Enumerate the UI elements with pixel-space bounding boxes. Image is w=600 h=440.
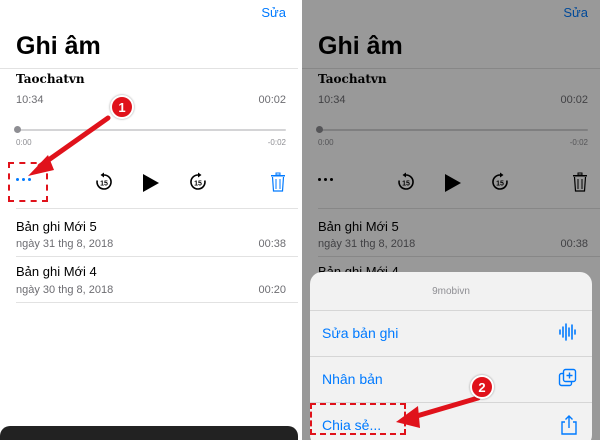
edit-recording-option[interactable]: Sửa bản ghi <box>310 310 592 356</box>
play-icon <box>143 174 159 192</box>
voice-memos-share-screen: Sửa Ghi âm Taochatvn 10:34 00:02 0:00 -0… <box>302 0 600 440</box>
duplicate-icon <box>558 368 578 393</box>
recording-length: 00:20 <box>258 284 286 296</box>
skip-back-15-icon: 15 <box>96 172 112 190</box>
recording-name: Taochatvn <box>16 72 85 86</box>
recording-duration: 00:02 <box>258 94 286 106</box>
option-label: Nhân bản <box>322 371 383 387</box>
duplicate-option[interactable]: Nhân bản <box>310 356 592 402</box>
scrubber-handle[interactable] <box>14 126 21 133</box>
action-sheet-title: 9mobivn <box>432 286 470 297</box>
skip-forward-seconds: 15 <box>194 181 202 188</box>
skip-back-button[interactable]: 15 <box>94 172 114 197</box>
list-divider <box>16 256 298 257</box>
highlight-box <box>310 403 406 435</box>
elapsed-time: 0:00 <box>16 138 32 147</box>
option-label: Sửa bản ghi <box>322 325 399 341</box>
recording-title: Bản ghi Mới 5 <box>16 219 97 234</box>
highlight-box <box>8 162 48 202</box>
recording-date: ngày 31 thg 8, 2018 <box>16 238 114 250</box>
playback-scrubber[interactable] <box>16 129 286 131</box>
share-icon <box>560 414 578 440</box>
edit-button[interactable]: Sửa <box>261 5 286 20</box>
step-badge: 2 <box>470 375 494 399</box>
remaining-time: -0:02 <box>267 138 286 147</box>
voice-memos-screen: Sửa Ghi âm Taochatvn 10:34 00:02 0:00 -0… <box>0 0 298 440</box>
skip-forward-15-icon: 15 <box>190 172 206 190</box>
recording-title: Bản ghi Mới 4 <box>16 264 97 279</box>
skip-forward-button[interactable]: 15 <box>188 172 208 197</box>
recording-length: 00:38 <box>258 238 286 250</box>
recording-time: 10:34 <box>16 94 44 106</box>
page-title: Ghi âm <box>16 32 101 60</box>
step-badge: 1 <box>110 95 134 119</box>
delete-button[interactable] <box>270 172 286 197</box>
trash-icon <box>271 172 285 192</box>
list-divider <box>16 302 298 303</box>
skip-back-seconds: 15 <box>100 181 108 188</box>
list-divider <box>16 208 298 209</box>
bottom-bar <box>0 426 298 440</box>
recording-date: ngày 30 thg 8, 2018 <box>16 284 114 296</box>
waveform-icon <box>558 322 578 347</box>
play-button[interactable] <box>142 173 160 198</box>
